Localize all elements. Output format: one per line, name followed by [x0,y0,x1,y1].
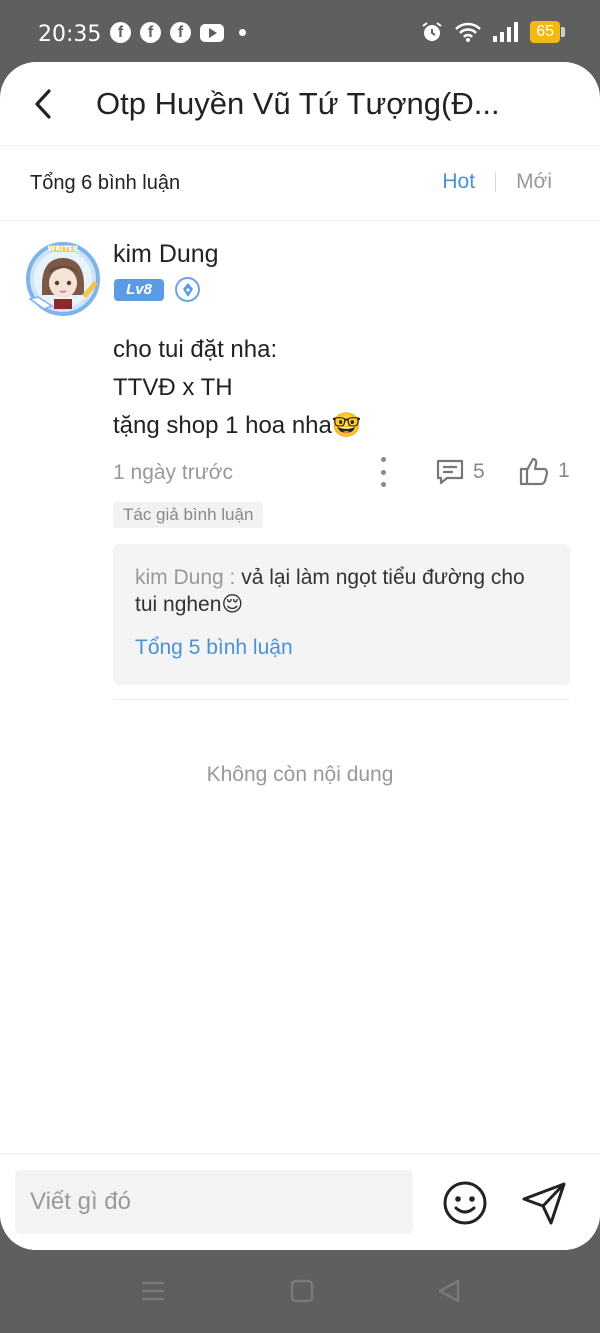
alarm-icon [422,22,442,41]
more-options-icon[interactable] [373,457,393,487]
avatar[interactable]: WRITER [24,239,102,317]
system-icons: 65 [420,20,565,44]
comment-body: cho tui đặt nha: TTVĐ x TH tặng shop 1 h… [113,331,362,445]
page-title: Otp Huyền Vũ Tứ Tượng(Đ... [96,86,500,121]
sort-new-tab[interactable]: Mới [516,170,552,194]
smiley-icon [443,1181,487,1225]
wifi-icon [455,22,482,42]
writer-badge-icon [175,277,200,302]
square-icon [290,1279,314,1303]
send-icon [522,1182,566,1225]
status-time: 20:35 [38,22,102,47]
like-count: 1 [558,459,570,482]
replies-box[interactable]: kim Dung : vả lại làm ngọt tiểu đường ch… [113,544,570,685]
comment-item: WRITER kim Dung Lv8 cho tui đặt nha: TTV… [0,221,600,701]
menu-icon [142,1281,164,1301]
triangle-back-icon [438,1279,460,1303]
comment-line: TTVĐ x TH [113,374,233,401]
view-all-replies-link[interactable]: Tổng 5 bình luận [135,636,548,660]
battery-indicator: 65 [530,21,565,43]
recent-apps-button[interactable] [140,1278,170,1308]
comment-line: tặng shop 1 hoa nha🤓 [113,412,362,439]
end-of-content-text: Không còn nội dung [206,763,394,786]
comment-timestamp: 1 ngày trước [113,461,234,484]
author-comment-tag: Tác giả bình luận [113,502,264,528]
like-button[interactable]: 1 [518,455,570,487]
level-badge: Lv8 [114,279,164,301]
system-nav-bar [0,1250,600,1333]
comments-sheet: Otp Huyền Vũ Tứ Tượng(Đ... Tổng 6 bình l… [0,62,600,1250]
comment-username[interactable]: kim Dung [113,240,219,269]
send-button[interactable] [519,1179,569,1227]
sort-divider [495,172,497,192]
total-comments: Tổng 6 bình luận [30,172,181,194]
thumbs-up-icon [519,457,549,486]
avatar-badge-text: WRITER [48,245,79,253]
reply-preview: kim Dung : vả lại làm ngọt tiểu đường ch… [135,564,548,618]
facebook-icon: f [140,22,161,43]
reply-button[interactable]: 5 [435,457,485,487]
comment-icon [436,459,464,485]
comments-summary-bar: Tổng 6 bình luận Hot Mới [0,146,600,221]
signal-icon [493,22,519,42]
reply-username: kim Dung : [135,566,242,589]
reply-count: 5 [473,460,485,483]
status-bar: 20:35 f f f 65 [0,0,600,62]
facebook-icon: f [110,22,131,43]
sort-tabs: Hot Mới [442,170,552,194]
facebook-icon: f [170,22,191,43]
more-notifications-dot [239,29,246,36]
youtube-icon [200,23,224,42]
back-button[interactable] [26,84,60,124]
sort-hot-tab[interactable]: Hot [442,170,475,194]
header: Otp Huyền Vũ Tứ Tượng(Đ... [0,62,600,146]
emoji-button[interactable] [441,1179,489,1227]
comment-input[interactable] [15,1170,413,1234]
comment-line: cho tui đặt nha: [113,336,278,363]
notification-icons: f f f [110,22,246,43]
back-nav-button[interactable] [436,1278,466,1308]
avatar-image: WRITER [26,242,100,316]
comment-input-bar [0,1153,600,1250]
chevron-left-icon [35,89,51,119]
home-button[interactable] [289,1278,319,1308]
divider [113,699,570,700]
